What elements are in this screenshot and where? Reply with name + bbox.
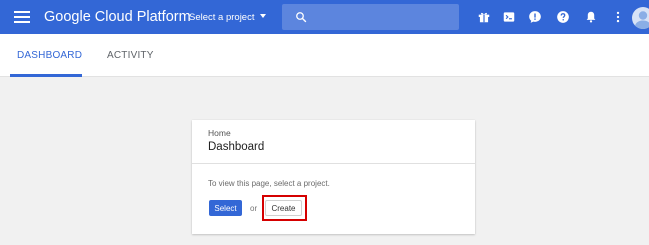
breadcrumb[interactable]: Home [208,128,231,138]
help-icon[interactable] [556,10,570,24]
bell-icon[interactable] [584,10,598,24]
tab-dashboard[interactable]: DASHBOARD [17,50,82,61]
account-icon [634,11,649,29]
active-tab-indicator [10,74,82,77]
product-title[interactable]: Google Cloud Platform [44,9,191,25]
project-selector[interactable]: Select a project [189,12,267,23]
cloud-shell-icon[interactable] [502,10,516,24]
top-app-bar: Google Cloud Platform Select a project [0,0,649,34]
card-message: To view this page, select a project. [208,179,330,188]
menu-icon[interactable] [14,11,30,23]
or-text: or [250,204,258,213]
card-header: Home Dashboard [192,120,475,164]
avatar[interactable] [632,7,649,29]
page-title: Dashboard [208,141,265,153]
tabs-bar: DASHBOARD ACTIVITY [0,34,649,77]
gift-icon[interactable] [477,10,491,24]
project-selector-label: Select a project [189,12,255,23]
notification-alert-icon[interactable] [528,10,542,24]
highlight-box [262,195,307,221]
search-box[interactable] [282,4,459,30]
tab-activity[interactable]: ACTIVITY [107,50,154,61]
search-icon [296,12,307,23]
select-project-card: Home Dashboard To view this page, select… [192,120,475,234]
select-button[interactable]: Select [209,200,242,216]
search-input[interactable] [314,8,454,26]
more-vert-icon[interactable] [611,10,625,24]
dropdown-caret-icon [260,14,267,18]
